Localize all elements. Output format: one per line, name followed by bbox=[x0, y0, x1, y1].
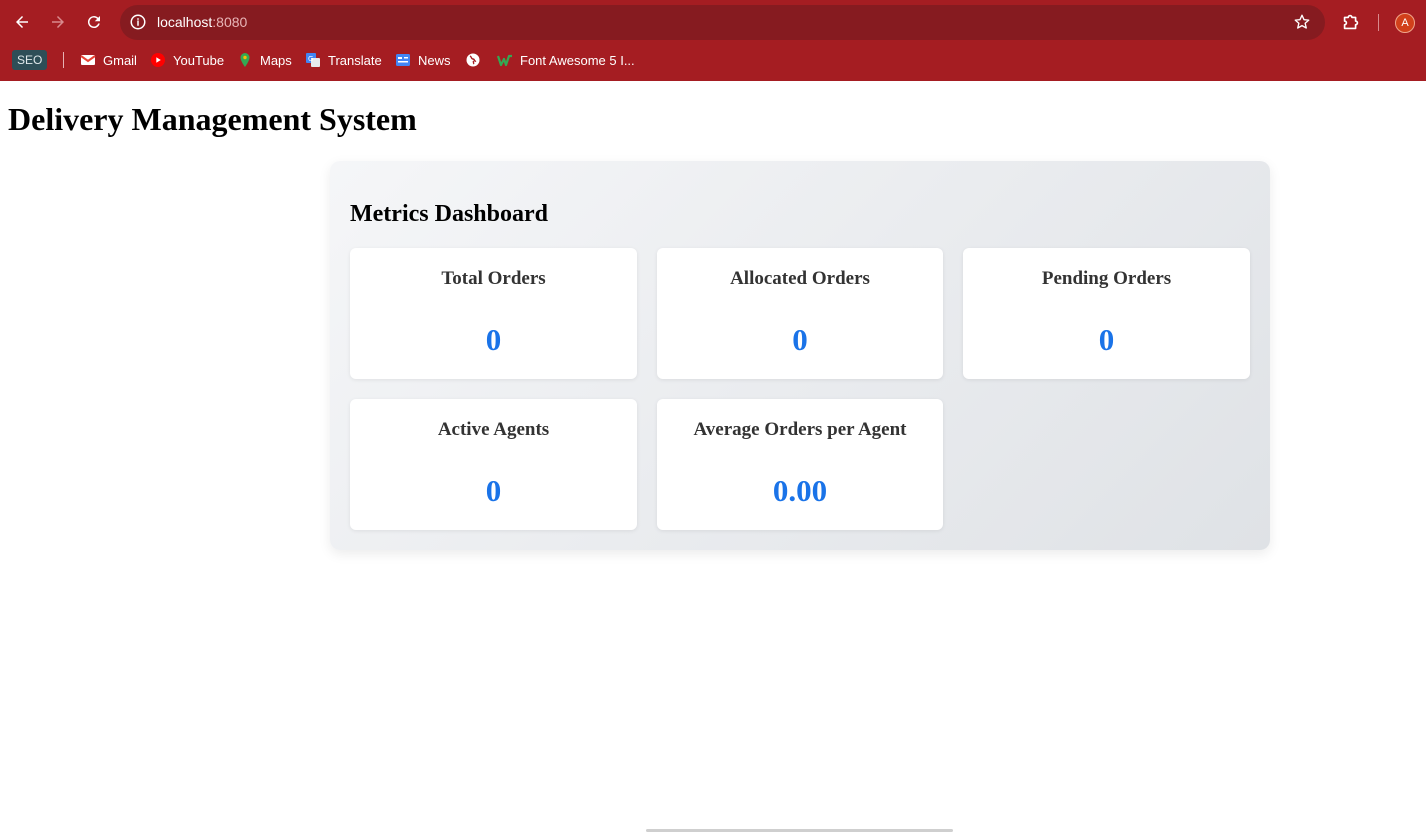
bookmark-font-awesome[interactable]: Font Awesome 5 I... bbox=[497, 48, 635, 72]
metric-value: 0 bbox=[1098, 322, 1115, 357]
bookmark-star-icon[interactable] bbox=[1293, 13, 1311, 31]
back-button[interactable] bbox=[8, 8, 36, 36]
horizontal-scrollbar[interactable] bbox=[646, 829, 953, 832]
bookmark-label: YouTube bbox=[173, 52, 225, 68]
bookmark-label: Translate bbox=[328, 52, 382, 68]
arrow-left-icon bbox=[16, 16, 28, 28]
youtube-icon bbox=[151, 53, 165, 67]
browser-chrome: localhost:8080 A SEO Gmail YouTube Maps … bbox=[0, 0, 1426, 81]
metric-label: Active Agents bbox=[437, 419, 550, 440]
svg-text:G: G bbox=[308, 55, 313, 63]
metric-card-average-orders-per-agent: Average Orders per Agent 0.00 bbox=[657, 399, 943, 530]
bookmarks-bar: Gmail YouTube Maps G Translate News Font… bbox=[0, 48, 1426, 72]
site-info-icon[interactable] bbox=[129, 13, 147, 31]
metric-value: 0 bbox=[485, 322, 502, 357]
font-awesome-icon bbox=[497, 54, 512, 67]
metric-card-pending-orders: Pending Orders 0 bbox=[963, 248, 1250, 379]
url-text: localhost:8080 bbox=[157, 14, 247, 30]
dashboard-title: Metrics Dashboard bbox=[350, 201, 548, 227]
metric-card-total-orders: Total Orders 0 bbox=[350, 248, 637, 379]
bookmark-youtube[interactable]: YouTube bbox=[150, 48, 224, 72]
bookmark-maps[interactable]: Maps bbox=[237, 48, 292, 72]
reload-icon bbox=[87, 16, 100, 29]
url-host: localhost bbox=[157, 14, 213, 30]
bookmark-label: Maps bbox=[260, 52, 292, 68]
maps-icon bbox=[240, 53, 250, 67]
bookmark-translate[interactable]: G Translate bbox=[305, 48, 382, 72]
metric-value: 0.00 bbox=[772, 473, 828, 508]
bookmark-label: News bbox=[418, 52, 451, 68]
globe-icon bbox=[466, 53, 480, 67]
metric-label: Total Orders bbox=[441, 268, 546, 289]
bookmark-globe[interactable] bbox=[465, 48, 481, 72]
gmail-icon bbox=[80, 55, 96, 65]
metric-value: 0 bbox=[792, 322, 808, 357]
metrics-dashboard: Metrics Dashboard Total Orders 0 Allocat… bbox=[330, 161, 1270, 550]
arrow-right-icon bbox=[52, 16, 64, 28]
metric-label: Average Orders per Agent bbox=[693, 419, 907, 440]
bookmark-label: Font Awesome 5 I... bbox=[520, 52, 635, 68]
bookmark-news[interactable]: News bbox=[395, 48, 451, 72]
bookmark-gmail[interactable]: Gmail bbox=[80, 48, 137, 72]
url-port: :8080 bbox=[212, 14, 248, 30]
toolbar-divider bbox=[1378, 14, 1379, 31]
extensions-puzzle-icon[interactable] bbox=[1340, 11, 1362, 33]
forward-button[interactable] bbox=[44, 8, 72, 36]
metric-card-active-agents: Active Agents 0 bbox=[350, 399, 637, 530]
metric-label: Pending Orders bbox=[1041, 268, 1172, 289]
translate-icon: G bbox=[306, 53, 320, 67]
profile-avatar[interactable]: A bbox=[1395, 13, 1415, 33]
metric-card-allocated-orders: Allocated Orders 0 bbox=[657, 248, 943, 379]
reload-button[interactable] bbox=[80, 8, 108, 36]
news-icon bbox=[396, 54, 410, 66]
bookmark-label: Gmail bbox=[103, 52, 137, 68]
metric-label: Allocated Orders bbox=[730, 268, 870, 289]
address-bar[interactable]: localhost:8080 bbox=[120, 5, 1325, 40]
browser-toolbar: localhost:8080 A bbox=[0, 0, 1426, 44]
metric-value: 0 bbox=[485, 473, 502, 508]
page-title: Delivery Management System bbox=[8, 101, 417, 137]
